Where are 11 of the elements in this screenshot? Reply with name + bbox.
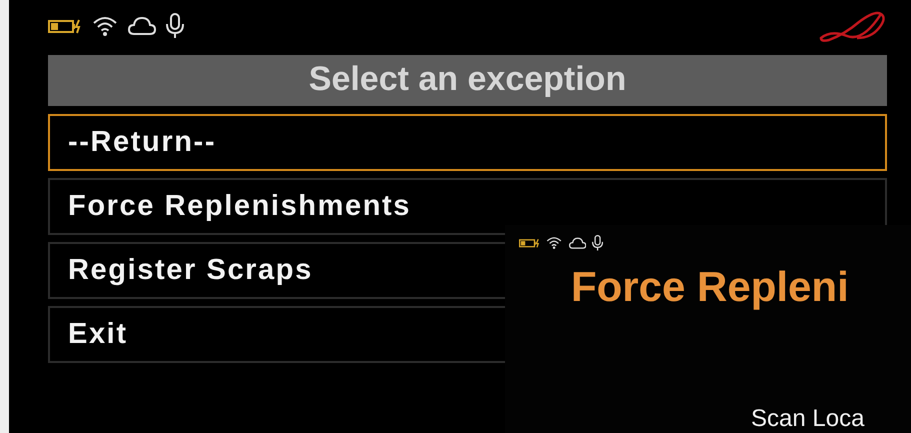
- menu-item[interactable]: --Return--: [48, 114, 887, 171]
- microphone-icon: [166, 13, 184, 39]
- microphone-icon: [592, 235, 604, 252]
- wifi-icon: [546, 236, 562, 250]
- cloud-icon: [128, 16, 156, 36]
- screen-title: Select an exception: [48, 55, 887, 106]
- battery-icon: [519, 238, 540, 248]
- battery-icon: [48, 18, 82, 34]
- scan-prompt: Scan Loca: [751, 405, 864, 433]
- cloud-icon: [568, 236, 586, 250]
- wifi-icon: [92, 15, 118, 37]
